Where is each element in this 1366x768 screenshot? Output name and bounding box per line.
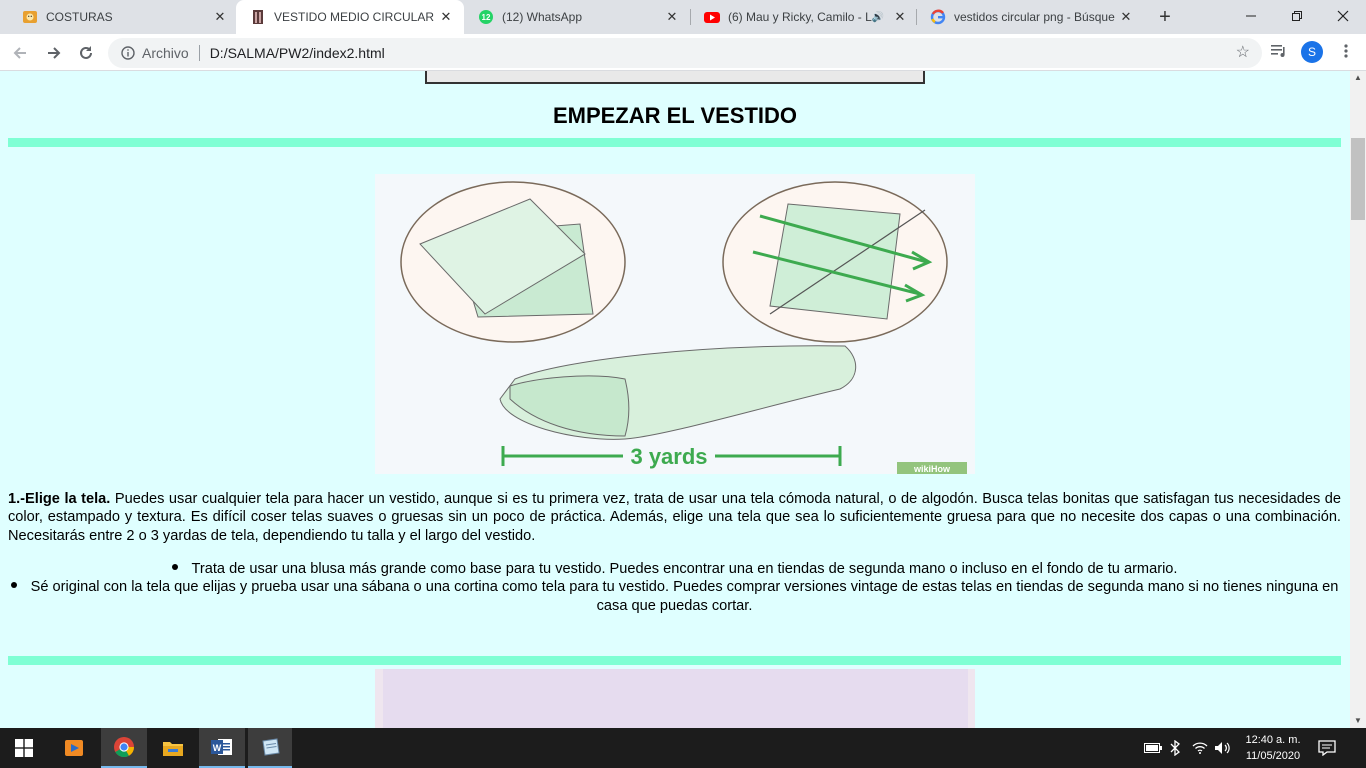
- horizontal-rule: [8, 138, 1341, 147]
- windows-logo-icon: [15, 739, 33, 757]
- arrow-right-icon: [48, 47, 61, 59]
- scroll-up-icon[interactable]: ▲: [1350, 71, 1366, 85]
- tab-vestido-medio-circular[interactable]: VESTIDO MEDIO CIRCULAR ✕: [236, 0, 464, 34]
- page-viewport: EMPEZAR EL VESTIDO 3 yards wikiHow 1.-El…: [0, 71, 1350, 728]
- restore-icon: [1292, 11, 1302, 21]
- close-window-button[interactable]: [1320, 0, 1366, 32]
- youtube-favicon: [704, 9, 720, 25]
- costuras-favicon: [22, 9, 38, 25]
- chrome-taskbar-button[interactable]: [101, 728, 147, 768]
- fabric-illustration: 3 yards wikiHow: [375, 174, 975, 474]
- notepad-taskbar-button[interactable]: [248, 728, 292, 768]
- scheme-label: Archivo: [142, 45, 189, 61]
- close-icon[interactable]: ✕: [438, 9, 454, 25]
- start-button[interactable]: [0, 728, 48, 768]
- word-taskbar-button[interactable]: W: [199, 728, 245, 768]
- system-clock[interactable]: 12:40 a. m. 11/05/2020: [1240, 732, 1306, 764]
- speaker-icon[interactable]: 🔊: [872, 12, 884, 23]
- next-step-image-content: [383, 669, 968, 728]
- menu-button[interactable]: [1338, 43, 1354, 64]
- chrome-icon: [114, 737, 135, 758]
- browser-toolbar: Archivo D:/SALMA/PW2/index2.html ☆ S: [0, 34, 1366, 71]
- folder-icon: [163, 742, 183, 756]
- clock-time: 12:40 a. m.: [1245, 734, 1301, 746]
- minimize-icon: [1246, 15, 1256, 17]
- whatsapp-favicon: 12: [478, 9, 494, 25]
- file-explorer-taskbar-button[interactable]: [150, 728, 196, 768]
- windows-taskbar: W 12:40 a. m. 11/05/2020: [0, 728, 1366, 768]
- next-step-image: [375, 669, 975, 728]
- tab-separator: [690, 9, 691, 25]
- clock-date: 11/05/2020: [1245, 750, 1301, 762]
- arrow-left-icon: [13, 47, 26, 59]
- list-item: Trata de usar una blusa más grande como …: [8, 560, 1341, 578]
- tab-separator: [916, 9, 917, 25]
- tab-strip: COSTURAS ✕ VESTIDO MEDIO CIRCULAR ✕ 12 (…: [0, 0, 1366, 34]
- close-icon[interactable]: ✕: [664, 9, 680, 25]
- media-queue-icon: [1271, 45, 1285, 57]
- reload-button[interactable]: [72, 39, 100, 67]
- kebab-menu-icon: [1344, 44, 1348, 58]
- scroll-down-icon[interactable]: ▼: [1350, 714, 1366, 728]
- reload-icon: [80, 46, 92, 59]
- new-tab-button[interactable]: +: [1154, 6, 1176, 28]
- avatar: S: [1301, 41, 1323, 63]
- tab-costuras[interactable]: COSTURAS ✕: [8, 0, 238, 34]
- close-icon[interactable]: ✕: [212, 9, 228, 25]
- bookmark-star-icon[interactable]: ☆: [1236, 45, 1250, 61]
- step-paragraph: 1.-Elige la tela. Puedes usar cualquier …: [8, 490, 1341, 545]
- info-icon[interactable]: [120, 45, 136, 61]
- forward-button[interactable]: [40, 39, 68, 67]
- address-bar[interactable]: Archivo D:/SALMA/PW2/index2.html ☆: [108, 38, 1262, 68]
- tab-youtube[interactable]: (6) Mau y Ricky, Camilo - L 🔊 ✕: [690, 0, 918, 34]
- close-icon[interactable]: ✕: [1118, 9, 1134, 25]
- tab-title: (6) Mau y Ricky, Camilo - L: [728, 10, 872, 24]
- url-text[interactable]: D:/SALMA/PW2/index2.html: [210, 45, 385, 61]
- tab-title: VESTIDO MEDIO CIRCULAR: [274, 10, 435, 24]
- previous-image: [425, 71, 925, 84]
- list-item-text: Sé original con la tela que elijas y pru…: [30, 579, 1339, 614]
- step-title: 1.-Elige la tela.: [8, 491, 111, 507]
- profile-button[interactable]: S: [1301, 41, 1323, 63]
- horizontal-rule: [8, 656, 1341, 665]
- tab-title: COSTURAS: [46, 10, 113, 24]
- tab-whatsapp[interactable]: 12 (12) WhatsApp ✕: [464, 0, 690, 34]
- battery-icon[interactable]: [1144, 728, 1162, 768]
- step-body: Puedes usar cualquier tela para hacer un…: [8, 491, 1342, 544]
- media-player-icon: [65, 740, 83, 756]
- wikihow-watermark: wikiHow: [913, 464, 951, 474]
- word-icon: W: [211, 739, 232, 755]
- tips-list: Trata de usar una blusa más grande como …: [8, 560, 1341, 615]
- volume-icon[interactable]: [1214, 728, 1232, 768]
- bullet-icon: [171, 564, 178, 571]
- tab-title: (12) WhatsApp: [502, 10, 583, 24]
- media-control-button[interactable]: [1270, 42, 1288, 65]
- media-player-taskbar-button[interactable]: [50, 728, 98, 768]
- tab-google-search[interactable]: vestidos circular png - Búsque ✕: [916, 0, 1144, 34]
- omnibox-divider: [198, 45, 200, 61]
- close-icon: [1337, 10, 1349, 22]
- bullet-icon: [10, 582, 17, 589]
- page-heading: EMPEZAR EL VESTIDO: [552, 103, 798, 128]
- svg-text:12: 12: [482, 13, 491, 22]
- action-center-icon[interactable]: [1318, 728, 1336, 768]
- svg-text:W: W: [213, 743, 222, 753]
- notepad-icon: [262, 738, 280, 756]
- restore-button[interactable]: [1274, 0, 1320, 32]
- vertical-scrollbar[interactable]: ▲ ▼: [1350, 71, 1366, 728]
- wifi-icon[interactable]: [1192, 728, 1208, 768]
- close-icon[interactable]: ✕: [892, 9, 908, 25]
- tab-title: vestidos circular png - Búsque: [954, 10, 1115, 24]
- minimize-button[interactable]: [1228, 0, 1274, 32]
- dress-favicon: [250, 9, 266, 25]
- google-favicon: [930, 9, 946, 25]
- bluetooth-icon[interactable]: [1170, 728, 1180, 768]
- scrollbar-thumb[interactable]: [1351, 138, 1365, 220]
- list-item-text: Trata de usar una blusa más grande como …: [191, 561, 1178, 577]
- yards-label: 3 yards: [630, 444, 707, 469]
- back-button[interactable]: [6, 39, 34, 67]
- list-item: Sé original con la tela que elijas y pru…: [8, 578, 1341, 615]
